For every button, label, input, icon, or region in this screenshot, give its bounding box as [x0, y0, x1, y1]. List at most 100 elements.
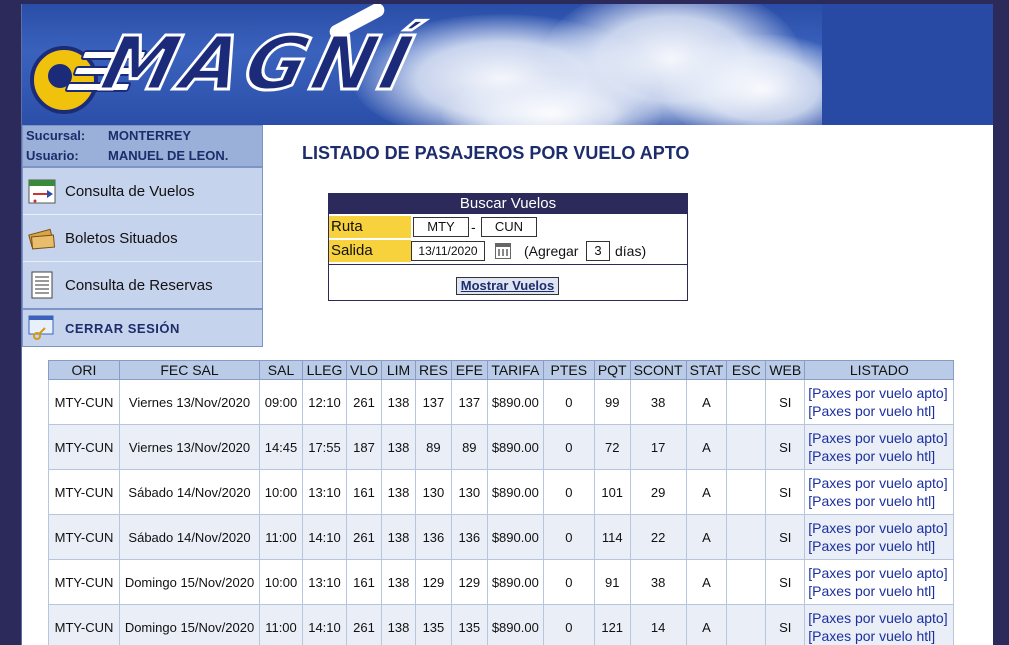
cell-origin: MTY-CUN [48, 514, 120, 560]
banner-right-panel [822, 4, 993, 125]
cell-scont: 38 [629, 559, 687, 605]
col-header: SAL [259, 360, 303, 380]
brand-logo[interactable]: MAGNÍ [92, 20, 428, 109]
paxes-htl-link[interactable]: [Paxes por vuelo htl] [808, 582, 950, 600]
cell-reserved: 129 [415, 559, 452, 605]
cell-origin: MTY-CUN [48, 559, 120, 605]
cell-date: Sábado 14/Nov/2020 [119, 469, 260, 515]
paxes-htl-link[interactable]: [Paxes por vuelo htl] [808, 402, 950, 420]
cell-fare: $890.00 [486, 469, 544, 515]
cell-reserved: 135 [415, 604, 452, 645]
cell-stops [726, 559, 767, 605]
origin-input[interactable]: MTY [413, 217, 469, 237]
paxes-apto-link[interactable]: [Paxes por vuelo apto] [808, 609, 950, 627]
cell-date: Domingo 15/Nov/2020 [119, 559, 260, 605]
paxes-htl-link[interactable]: [Paxes por vuelo htl] [808, 627, 950, 645]
col-header: RES [415, 360, 452, 380]
cell-listado: [Paxes por vuelo apto] [Paxes por vuelo h… [804, 424, 955, 470]
logout-button[interactable]: CERRAR SESIÓN [22, 309, 263, 347]
cell-listado: [Paxes por vuelo apto] [Paxes por vuelo h… [804, 469, 955, 515]
paxes-apto-link[interactable]: [Paxes por vuelo apto] [808, 519, 950, 537]
col-header: SCONT [629, 360, 687, 380]
route-label: Ruta [329, 216, 411, 238]
cell-status: A [685, 514, 728, 560]
cell-stops [726, 379, 767, 425]
destination-input[interactable]: CUN [481, 217, 537, 237]
show-flights-button[interactable]: Mostrar Vuelos [456, 277, 559, 295]
paxes-htl-link[interactable]: [Paxes por vuelo htl] [808, 492, 950, 510]
cell-departure: 14:45 [259, 424, 303, 470]
cell-status: A [685, 469, 728, 515]
col-header: ESC [726, 360, 767, 380]
cell-pending: 0 [542, 379, 595, 425]
sidebar-item-boletos-situados[interactable]: Boletos Situados [23, 215, 262, 262]
cell-fare: $890.00 [486, 379, 544, 425]
departure-date-input[interactable]: 13/11/2020 [411, 241, 485, 261]
cell-package: 114 [593, 514, 631, 560]
sidebar-menu: Consulta de Vuelos Boletos Situados Cons… [22, 167, 263, 309]
cell-limit: 138 [381, 424, 417, 470]
sidebar-item-consulta-vuelos[interactable]: Consulta de Vuelos [23, 168, 262, 215]
header-banner: MAGNÍ [22, 4, 993, 125]
cell-origin: MTY-CUN [48, 379, 120, 425]
user-label: Usuario: [26, 148, 79, 163]
cell-listado: [Paxes por vuelo apto] [Paxes por vuelo h… [804, 379, 955, 425]
paxes-apto-link[interactable]: [Paxes por vuelo apto] [808, 564, 950, 582]
cell-web: SI [765, 514, 806, 560]
cell-scont: 14 [629, 604, 687, 645]
branch-value: MONTERREY [108, 128, 192, 143]
paxes-htl-link[interactable]: [Paxes por vuelo htl] [808, 447, 950, 465]
cell-arrival: 13:10 [302, 469, 347, 515]
cell-scont: 17 [629, 424, 687, 470]
cell-arrival: 12:10 [302, 379, 347, 425]
paxes-apto-link[interactable]: [Paxes por vuelo apto] [808, 384, 950, 402]
cell-limit: 138 [381, 604, 417, 645]
cell-limit: 138 [381, 379, 417, 425]
logout-window-key-icon [28, 315, 54, 340]
cell-flight: 187 [345, 424, 383, 470]
cell-origin: MTY-CUN [48, 469, 120, 515]
cell-web: SI [765, 604, 806, 645]
col-header: STAT [685, 360, 728, 380]
cell-status: A [685, 559, 728, 605]
cell-listado: [Paxes por vuelo apto] [Paxes por vuelo h… [804, 559, 955, 605]
departure-row: Salida 13/11/2020 (Agregar 3 días) [329, 240, 687, 262]
logout-label: CERRAR SESIÓN [65, 321, 180, 336]
calendar-icon[interactable] [495, 243, 511, 259]
cell-date: Sábado 14/Nov/2020 [119, 514, 260, 560]
departure-label: Salida [329, 240, 411, 262]
flight-schedule-icon [28, 179, 56, 204]
cell-departure: 10:00 [259, 469, 303, 515]
table-header-row: ORI FEC SAL SAL LLEG VLO LIM RES EFE TAR… [48, 360, 955, 380]
cell-departure: 11:00 [259, 514, 303, 560]
search-flights-form: Buscar Vuelos Ruta MTY - CUN Salida 13/1… [328, 193, 688, 301]
table-row: MTY-CUN Domingo 15/Nov/2020 10:00 13:10 161 1… [48, 559, 955, 605]
cell-web: SI [765, 469, 806, 515]
paxes-htl-link[interactable]: [Paxes por vuelo htl] [808, 537, 950, 555]
cell-fare: $890.00 [486, 604, 544, 645]
cell-reserved: 136 [415, 514, 452, 560]
user-value: MANUEL DE LEON. [108, 148, 229, 163]
table-row: MTY-CUN Viernes 13/Nov/2020 14:45 17:55 187 1… [48, 424, 955, 470]
cell-arrival: 14:10 [302, 514, 347, 560]
col-header: PTES [542, 360, 595, 380]
col-header: LLEG [302, 360, 347, 380]
cell-pending: 0 [542, 559, 595, 605]
cell-departure: 09:00 [259, 379, 303, 425]
cell-origin: MTY-CUN [48, 424, 120, 470]
paxes-apto-link[interactable]: [Paxes por vuelo apto] [808, 474, 950, 492]
col-header: FEC SAL [119, 360, 260, 380]
cell-effective: 136 [450, 514, 488, 560]
cell-pending: 0 [542, 514, 595, 560]
cell-scont: 22 [629, 514, 687, 560]
paxes-apto-link[interactable]: [Paxes por vuelo apto] [808, 429, 950, 447]
add-days-input[interactable]: 3 [586, 241, 610, 261]
cell-status: A [685, 604, 728, 645]
col-header: EFE [450, 360, 488, 380]
cell-web: SI [765, 379, 806, 425]
cell-flight: 161 [345, 559, 383, 605]
cell-departure: 11:00 [259, 604, 303, 645]
sidebar-item-consulta-reservas[interactable]: Consulta de Reservas [23, 262, 262, 308]
cell-effective: 137 [450, 379, 488, 425]
cell-date: Domingo 15/Nov/2020 [119, 604, 260, 645]
